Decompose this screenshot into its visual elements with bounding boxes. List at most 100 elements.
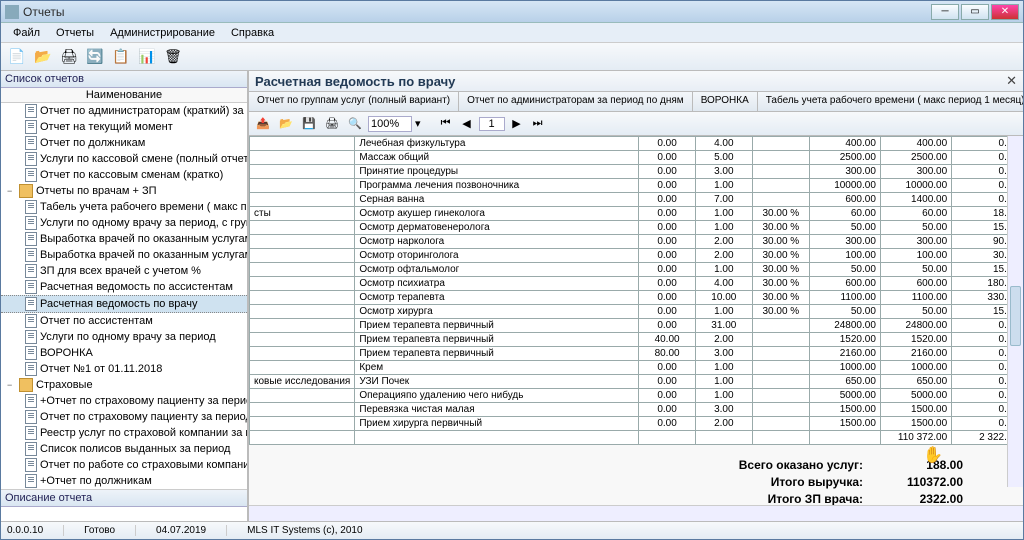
summary-value-services: 188.00 bbox=[863, 458, 963, 472]
tree-item-label: ВОРОНКА bbox=[40, 347, 93, 359]
status-date: 04.07.2019 bbox=[156, 525, 227, 536]
summary-value-salary: 2322.00 bbox=[863, 492, 963, 505]
menu-reports[interactable]: Отчеты bbox=[48, 25, 102, 41]
refresh-icon[interactable]: 🔄 bbox=[83, 45, 107, 69]
tree-item[interactable]: Отчет на текущий момент bbox=[1, 119, 247, 135]
tree-item[interactable]: Выработка врачей по оказанным услугам с … bbox=[1, 231, 247, 247]
new-icon[interactable]: 📄 bbox=[5, 45, 29, 69]
tree-item[interactable]: Услуги по одному врачу за период bbox=[1, 329, 247, 345]
table-row: Осмотр нарколога0.002.0030.00 %300.00300… bbox=[250, 235, 1023, 249]
sidebar-description: Описание отчета bbox=[1, 489, 247, 521]
open2-icon[interactable]: 📂 bbox=[276, 114, 296, 134]
tree-item-label: Расчетная ведомость по врачу bbox=[40, 298, 198, 310]
table-row: Прием хирурга первичный0.002.001500.0015… bbox=[250, 417, 1023, 431]
tree-item-label: Услуги по одному врачу за период bbox=[40, 331, 216, 343]
search-icon[interactable]: 🔍 bbox=[345, 114, 365, 134]
print2-icon[interactable]: 🖨 bbox=[322, 114, 342, 134]
summary-value-revenue: 110372.00 bbox=[863, 475, 963, 489]
summary-label-salary: Итого ЗП врача: bbox=[663, 492, 863, 505]
table-row: Операцияпо удалению чего нибудь0.001.005… bbox=[250, 389, 1023, 403]
maximize-button[interactable]: ▭ bbox=[961, 4, 989, 20]
tree-item-label: Отчет по должникам bbox=[40, 137, 145, 149]
tree-item-label: +Отчет по страховому пациенту за период bbox=[40, 395, 247, 407]
tree-item-label: Страховые bbox=[36, 379, 93, 391]
report-tab[interactable]: Табель учета рабочего времени ( макс пер… bbox=[758, 92, 1023, 111]
report-tab[interactable]: Отчет по группам услуг (полный вариант) bbox=[249, 92, 459, 111]
tree-item[interactable]: ЗП для всех врачей с учетом % bbox=[1, 263, 247, 279]
open-icon[interactable]: 📂 bbox=[31, 45, 55, 69]
document-icon bbox=[25, 314, 37, 328]
list-icon[interactable]: 📋 bbox=[109, 45, 133, 69]
menu-help[interactable]: Справка bbox=[223, 25, 282, 41]
document-icon bbox=[25, 442, 37, 456]
report-tab[interactable]: Отчет по администраторам за период по дн… bbox=[459, 92, 693, 111]
delete-icon[interactable]: 🗑 bbox=[161, 45, 185, 69]
menu-file[interactable]: Файл bbox=[5, 25, 48, 41]
vertical-scrollbar[interactable] bbox=[1007, 136, 1023, 487]
tree-folder[interactable]: −Отчеты по врачам + ЗП bbox=[1, 183, 247, 199]
table-row: Перевязка чистая малая0.003.001500.00150… bbox=[250, 403, 1023, 417]
tree-item[interactable]: Отчет по должникам bbox=[1, 135, 247, 151]
tree-item[interactable]: Список полисов выданных за период bbox=[1, 441, 247, 457]
tree-item-label: Услуги по одному врачу за период, с груп… bbox=[40, 217, 247, 229]
zoom-input[interactable] bbox=[368, 116, 412, 132]
table-row: Массаж общий0.005.002500.002500.000.00 bbox=[250, 151, 1023, 165]
save-icon[interactable]: 💾 bbox=[299, 114, 319, 134]
tree-item-label: Табель учета рабочего времени ( макс пер… bbox=[40, 201, 247, 213]
tree-item-label: Выработка врачей по оказанным услугам с … bbox=[40, 233, 247, 245]
tree-folder[interactable]: − Страховые bbox=[1, 377, 247, 393]
tree-item[interactable]: Выработка врачей по оказанным услугам за… bbox=[1, 247, 247, 263]
zoom-dropdown-icon[interactable]: ▾ bbox=[415, 117, 421, 130]
close-report-icon[interactable]: ✕ bbox=[1006, 73, 1017, 89]
document-icon bbox=[25, 394, 37, 408]
sidebar-header: Список отчетов bbox=[1, 71, 247, 88]
grid-icon[interactable]: 📊 bbox=[135, 45, 159, 69]
prev-page-button[interactable]: ◀ bbox=[458, 115, 476, 133]
export-icon[interactable]: 📤 bbox=[253, 114, 273, 134]
titlebar: Отчеты ─ ▭ ✕ bbox=[1, 1, 1023, 23]
tree-item[interactable]: Отчет по администраторам (краткий) за пе… bbox=[1, 103, 247, 119]
tree-item[interactable]: Отчет по кассовым сменам (кратко) bbox=[1, 167, 247, 183]
horizontal-scrollbar[interactable] bbox=[249, 505, 1023, 521]
page-input[interactable] bbox=[479, 117, 505, 131]
tree-item[interactable]: Реестр услуг по страховой компании за пе… bbox=[1, 425, 247, 441]
main-toolbar: 📄 📂 🖨 🔄 📋 📊 🗑 bbox=[1, 43, 1023, 71]
tree-item[interactable]: Услуги по одному врачу за период, с груп… bbox=[1, 215, 247, 231]
document-icon bbox=[25, 216, 37, 230]
tree-item[interactable]: Услуги по кассовой смене (полный отчет) bbox=[1, 151, 247, 167]
report-summary: Всего оказано услуг:188.00 Итого выручка… bbox=[249, 445, 1023, 505]
report-viewport[interactable]: Лечебная физкультура0.004.00400.00400.00… bbox=[249, 136, 1023, 505]
close-button[interactable]: ✕ bbox=[991, 4, 1019, 20]
expand-icon[interactable]: − bbox=[7, 380, 17, 390]
tree-item[interactable]: Табель учета рабочего времени ( макс пер… bbox=[1, 199, 247, 215]
tree-item[interactable]: +Отчет по должникам bbox=[1, 473, 247, 489]
tree-item[interactable]: Отчет по страховому пациенту за период bbox=[1, 409, 247, 425]
tree-item[interactable]: ВОРОНКА bbox=[1, 345, 247, 361]
tree-item[interactable]: Расчетная ведомость по ассистентам bbox=[1, 279, 247, 295]
document-icon bbox=[25, 264, 37, 278]
tree-item-label: Отчет по кассовым сменам (кратко) bbox=[40, 169, 223, 181]
report-tree[interactable]: Отчет по администраторам (краткий) за пе… bbox=[1, 103, 247, 489]
first-page-button[interactable]: ⏮ bbox=[437, 115, 455, 133]
tree-item[interactable]: Отчет №1 от 01.11.2018 bbox=[1, 361, 247, 377]
report-tabs: Отчет по группам услуг (полный вариант)О… bbox=[249, 92, 1023, 112]
scroll-thumb[interactable] bbox=[1010, 286, 1021, 346]
menu-admin[interactable]: Администрирование bbox=[102, 25, 223, 41]
minimize-button[interactable]: ─ bbox=[931, 4, 959, 20]
tree-item[interactable]: +Отчет по страховому пациенту за период bbox=[1, 393, 247, 409]
tree-item[interactable]: Отчет по ассистентам bbox=[1, 313, 247, 329]
table-row: Осмотр психиатра0.004.0030.00 %600.00600… bbox=[250, 277, 1023, 291]
tree-item-label: ЗП для всех врачей с учетом % bbox=[40, 265, 201, 277]
tree-item-label: Реестр услуг по страховой компании за пе… bbox=[40, 427, 247, 439]
last-page-button[interactable]: ⏭ bbox=[529, 115, 547, 133]
app-icon bbox=[5, 5, 19, 19]
tree-item-label: +Отчет по должникам bbox=[40, 475, 152, 487]
expand-icon[interactable]: − bbox=[7, 186, 17, 196]
table-row: ковые исследованияУЗИ Почек0.001.00650.0… bbox=[250, 375, 1023, 389]
next-page-button[interactable]: ▶ bbox=[508, 115, 526, 133]
document-icon bbox=[25, 232, 37, 246]
report-tab[interactable]: ВОРОНКА bbox=[693, 92, 758, 111]
tree-item[interactable]: Отчет по работе со страховыми компаниями… bbox=[1, 457, 247, 473]
print-icon[interactable]: 🖨 bbox=[57, 45, 81, 69]
tree-item[interactable]: Расчетная ведомость по врачу bbox=[1, 295, 247, 313]
